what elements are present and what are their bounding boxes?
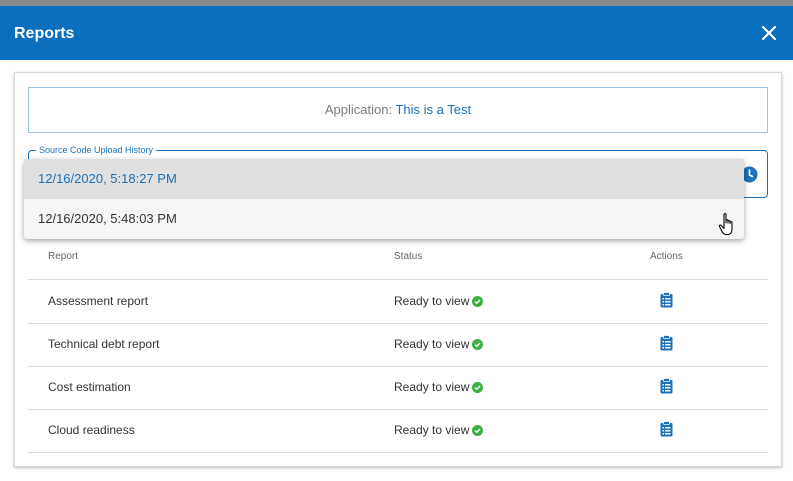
status-text: Ready to view	[394, 423, 470, 437]
table-row: Assessment report Ready to view	[28, 280, 768, 324]
clipboard-list-icon[interactable]	[660, 378, 673, 394]
check-circle-icon	[472, 425, 484, 436]
check-circle-icon	[472, 382, 484, 393]
status-text: Ready to view	[394, 380, 470, 394]
report-name: Cost estimation	[48, 380, 131, 394]
check-circle-icon	[472, 296, 484, 307]
modal-title: Reports	[14, 25, 75, 42]
upload-history-legend: Source Code Upload History	[36, 144, 157, 156]
status-text: Ready to view	[394, 337, 470, 351]
upload-history-option[interactable]: 12/16/2020, 5:48:03 PM	[24, 199, 744, 239]
report-name: Cloud readiness	[48, 423, 135, 437]
column-header-report: Report	[48, 251, 79, 262]
report-name: Assessment report	[48, 294, 149, 308]
reports-card: Application: This is a Test Source Code …	[14, 72, 782, 467]
application-info: Application: This is a Test	[28, 87, 768, 133]
clipboard-list-icon[interactable]	[660, 335, 673, 351]
table-row: Cost estimation Ready to view	[28, 366, 768, 410]
report-status: Ready to view	[394, 294, 484, 308]
column-header-status: Status	[394, 251, 423, 262]
reports-modal: Reports Application: This is a Test Sour…	[0, 6, 793, 481]
close-icon	[761, 25, 777, 41]
hand-pointer-icon	[718, 213, 733, 236]
report-status: Ready to view	[394, 423, 484, 437]
table-row: Cloud readiness Ready to view	[28, 409, 768, 453]
table-row: Technical debt report Ready to view	[28, 323, 768, 367]
modal-header: Reports	[0, 6, 793, 60]
status-text: Ready to view	[394, 294, 470, 308]
report-status: Ready to view	[394, 380, 484, 394]
upload-history-option-selected[interactable]: 12/16/2020, 5:18:27 PM	[24, 159, 744, 199]
application-name: This is a Test	[395, 102, 472, 117]
clipboard-list-icon[interactable]	[660, 421, 673, 437]
report-status: Ready to view	[394, 337, 484, 351]
clipboard-list-icon[interactable]	[660, 292, 673, 308]
upload-history-dropdown: 12/16/2020, 5:18:27 PM 12/16/2020, 5:48:…	[24, 159, 744, 239]
close-button[interactable]	[759, 23, 779, 43]
check-circle-icon	[472, 339, 484, 350]
application-label: Application:	[324, 102, 393, 117]
column-header-actions: Actions	[650, 251, 683, 262]
report-name: Technical debt report	[48, 337, 160, 351]
